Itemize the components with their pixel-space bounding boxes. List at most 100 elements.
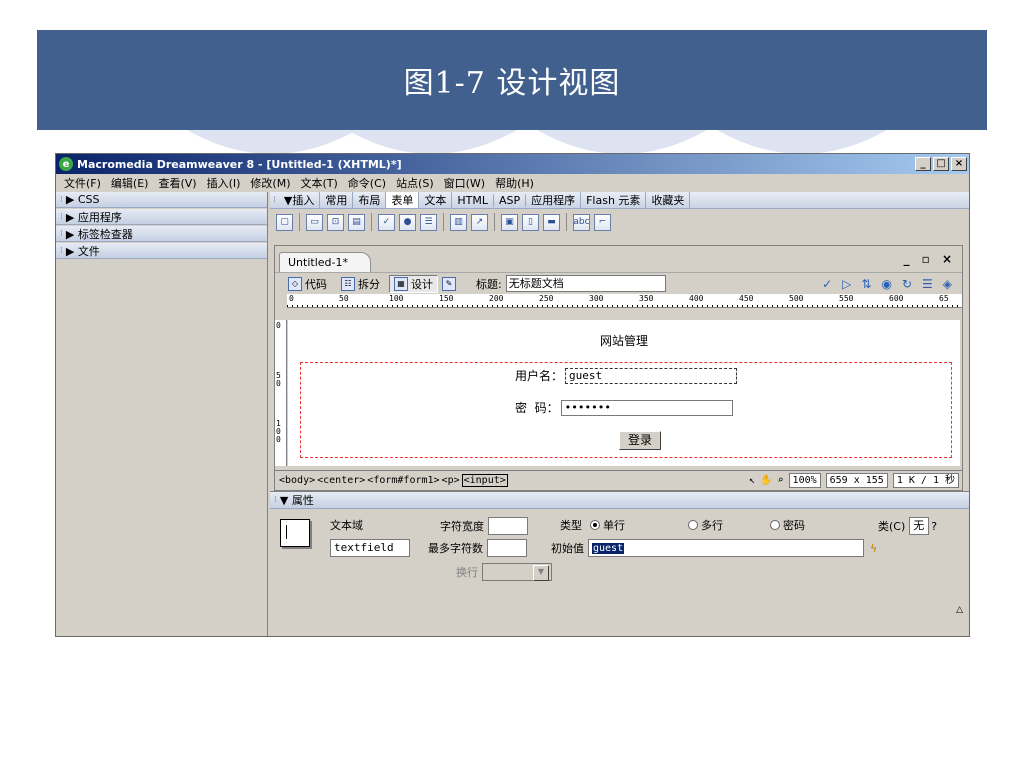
tab-common[interactable]: 常用 [320,192,354,208]
panel-css[interactable]: ⁞ ▶ CSS [56,192,267,208]
document-window-controls[interactable]: _ ▫ × [903,252,956,266]
form-icon[interactable]: ▢ [276,213,293,231]
class-row: 类(C) 无 ? [878,517,938,535]
menu-file[interactable]: 文件(F) [59,175,106,191]
live-edit-icon[interactable]: ✎ [442,276,456,291]
grip-icon: ⁞ [274,495,277,505]
tab-favorites[interactable]: 收藏夹 [646,192,691,208]
maximize-button[interactable]: □ [933,157,949,171]
tab-flash[interactable]: Flash 元素 [581,192,647,208]
button-icon[interactable]: ▬ [543,213,560,231]
file-field-icon[interactable]: ▯ [522,213,539,231]
max-chars-row: 最多字符数 [428,539,527,557]
menu-help[interactable]: 帮助(H) [490,175,539,191]
menu-window[interactable]: 窗口(W) [439,175,490,191]
panel-tag-inspector[interactable]: ⁞ ▶ 标签检查器 [56,226,267,242]
tab-asp[interactable]: ASP [494,193,527,207]
menu-modify[interactable]: 修改(M) [245,175,295,191]
password-field[interactable]: ••••••• [560,399,733,416]
file-management-icon[interactable]: ⇅ [861,277,871,291]
visual-aids-icon[interactable]: ◈ [943,277,952,291]
label-icon[interactable]: abc [573,213,590,231]
help-icon[interactable]: ? [931,520,937,533]
title-bar: e Macromedia Dreamweaver 8 - [Untitled-1… [56,154,969,174]
login-button[interactable]: 登录 [619,431,662,450]
type-single-radio[interactable] [590,520,600,530]
tab-text[interactable]: 文本 [419,192,453,208]
password-label: 密 码： [515,401,559,415]
panel-files[interactable]: ⁞ ▶ 文件 [56,243,267,259]
lightning-icon[interactable]: ϟ [870,542,877,555]
max-chars-input[interactable] [487,539,527,557]
menu-insert[interactable]: 插入(I) [202,175,246,191]
expand-arrow-icon[interactable]: △ [956,605,963,615]
browser-check-icon[interactable]: ▷ [842,277,851,291]
class-select[interactable]: 无 [909,517,930,535]
document-tab[interactable]: Untitled-1* [279,252,371,272]
type-password-radio[interactable] [770,520,780,530]
username-row: 用户名： guest [515,367,738,384]
insert-bar-label[interactable]: ▼插入 [279,192,321,208]
validate-icon[interactable]: ✓ [822,277,832,291]
wrap-select[interactable] [482,563,552,581]
list-menu-icon[interactable]: ▥ [450,213,467,231]
design-view-button[interactable]: ▦ 设计 [389,274,438,293]
menu-text[interactable]: 文本(T) [295,175,342,191]
properties-panel: ⁞ ▼ 属性 文本域 textfield 字符宽度 最多字符数 类型 单行 多行… [270,491,969,636]
form-outline[interactable]: 用户名： guest 密 码： ••••••• 登录 [300,362,952,458]
view-options-icon[interactable]: ☰ [922,277,933,291]
fieldset-icon[interactable]: ⌐ [594,213,611,231]
tag-selector-body[interactable]: <body> [279,475,315,486]
close-button[interactable]: × [951,157,967,171]
title-label: 标题: [476,277,502,291]
tag-selector-center[interactable]: <center> [317,475,365,486]
split-view-button[interactable]: ☷ 拆分 [336,275,385,293]
hidden-field-icon[interactable]: ⊡ [327,213,344,231]
radio-group-icon[interactable]: ☰ [420,213,437,231]
menu-view[interactable]: 查看(V) [153,175,201,191]
document-window: Untitled-1* _ ▫ × ◇ 代码 ☷ 拆分 ▦ 设计 ✎ 标题: 无 [274,245,963,491]
tag-selector-form[interactable]: <form#form1> [367,475,439,486]
refresh-icon[interactable]: ↻ [902,277,912,291]
preview-globe-icon[interactable]: ◉ [881,277,891,291]
zoom-select[interactable]: 100% [788,473,821,488]
image-field-icon[interactable]: ▣ [501,213,518,231]
menu-bar: 文件(F) 编辑(E) 查看(V) 插入(I) 修改(M) 文本(T) 命令(C… [56,174,969,192]
hand-tool-icon[interactable]: ✋ [760,475,772,486]
username-field[interactable]: guest [565,367,738,384]
textarea-icon[interactable]: ▤ [348,213,365,231]
tab-application[interactable]: 应用程序 [526,192,582,208]
field-name-input[interactable]: textfield [330,539,410,557]
menu-edit[interactable]: 编辑(E) [106,175,154,191]
char-width-input[interactable] [488,517,528,535]
properties-header[interactable]: ⁞ ▼ 属性 [270,492,969,509]
jump-menu-icon[interactable]: ↗ [471,213,488,231]
type-multi-row: 多行 [680,517,723,533]
window-size-select[interactable]: 659 x 155 [825,473,888,488]
zoom-tool-icon[interactable]: ⌕ [778,475,784,486]
design-canvas[interactable]: 网站管理 用户名： guest 密 码： ••••••• 登录 [288,320,960,466]
document-toolbar: ◇ 代码 ☷ 拆分 ▦ 设计 ✎ 标题: 无标题文档 ✓ ▷ ⇅ ◉ ↻ ☰ ◈ [275,272,962,294]
minimize-button[interactable]: _ [915,157,931,171]
tab-forms[interactable]: 表单 [386,192,420,208]
split-icon: ☷ [341,276,355,291]
tag-selector-p[interactable]: <p> [442,475,460,486]
code-view-button[interactable]: ◇ 代码 [283,275,332,293]
checkbox-icon[interactable]: ✓ [378,213,395,231]
tab-html[interactable]: HTML [452,193,494,207]
tab-layout[interactable]: 布局 [353,192,387,208]
document-title-input[interactable]: 无标题文档 [505,275,666,292]
init-value-input[interactable]: guest [588,539,864,557]
wrap-row: 换行 [456,563,552,581]
tag-selector-input[interactable]: <input> [461,474,508,487]
grip-icon: ⁞ [60,194,63,205]
menu-commands[interactable]: 命令(C) [343,175,391,191]
panel-application[interactable]: ⁞ ▶ 应用程序 [56,209,267,225]
pointer-tool-icon[interactable]: ↖ [749,475,755,486]
radio-button-icon[interactable]: ● [399,213,416,231]
type-multi-radio[interactable] [688,520,698,530]
menu-site[interactable]: 站点(S) [391,175,439,191]
text-field-icon[interactable]: ▭ [306,213,323,231]
document-tools: ✓ ▷ ⇅ ◉ ↻ ☰ ◈ [822,277,952,291]
username-label: 用户名： [515,369,564,383]
